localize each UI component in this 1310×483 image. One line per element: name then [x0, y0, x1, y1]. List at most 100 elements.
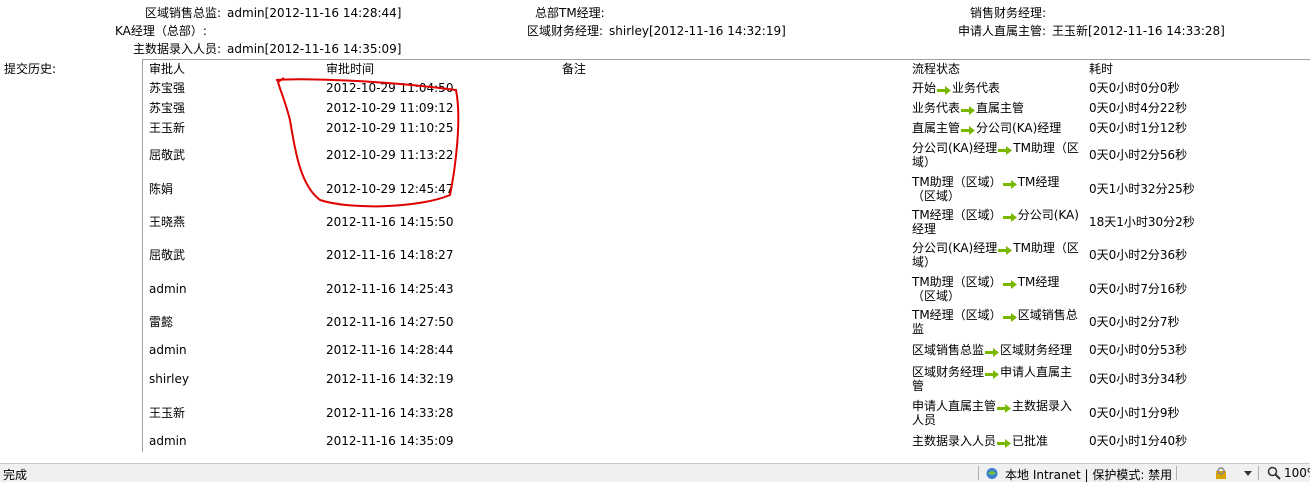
cell-time: 2012-10-29 11:09:12: [326, 101, 454, 115]
column-header-approver: 审批人: [149, 62, 186, 76]
summary-sales-finance-manager: 销售财务经理:: [970, 4, 1052, 21]
cell-approver: 陈娟: [149, 182, 174, 196]
arrow-right-icon: [937, 84, 952, 95]
cell-note: [556, 338, 906, 362]
cell-time: 2012-11-16 14:35:09: [326, 434, 454, 448]
history-label: 提交历史:: [4, 62, 57, 76]
cell-status: 分公司(KA)经理 TM助理（区域）: [906, 138, 1083, 172]
status-separator: [1258, 466, 1259, 480]
arrow-right-icon: [1002, 311, 1017, 322]
cell-time: 2012-10-29 11:13:22: [326, 148, 454, 162]
cell-duration: 0天0小时4分22秒: [1089, 101, 1188, 115]
security-settings-icon[interactable]: [1214, 466, 1228, 483]
status-from: 开始: [912, 81, 937, 95]
cell-note: [556, 238, 906, 272]
status-to: 业务代表: [952, 81, 1001, 95]
summary-label: 总部TM经理:: [535, 6, 605, 20]
table-row: 雷懿 2012-11-16 14:27:50 TM经理（区域） 区域销售总监 0天0小时…: [143, 306, 1310, 338]
cell-time: 2012-11-16 14:33:28: [326, 406, 454, 420]
status-separator: [1176, 466, 1177, 480]
status-from: 区域销售总监: [912, 343, 985, 357]
cell-note: [556, 78, 906, 98]
cell-status: 分公司(KA)经理 TM助理（区域）: [906, 238, 1083, 272]
cell-approver: admin: [149, 343, 187, 357]
column-header-status: 流程状态: [912, 62, 961, 76]
cell-duration: 0天1小时32分25秒: [1089, 182, 1195, 196]
table-row: 王玉新 2012-10-29 11:10:25 直属主管 分公司(KA)经理 0天0小时…: [143, 118, 1310, 138]
summary-label: 销售财务经理:: [970, 6, 1047, 20]
arrow-right-icon: [1002, 278, 1017, 289]
table-row: 陈娟 2012-10-29 12:45:47 TM助理（区域） TM经理（区域） 0天1…: [143, 172, 1310, 206]
column-header-duration: 耗时: [1089, 62, 1114, 76]
cell-note: [556, 138, 906, 172]
cell-status: TM助理（区域） TM经理（区域）: [906, 272, 1083, 306]
column-header-time: 审批时间: [326, 62, 375, 76]
arrow-right-icon: [985, 368, 1000, 379]
summary-ka-manager: KA经理（总部）:: [115, 22, 213, 39]
table-row: admin 2012-11-16 14:35:09 主数据录入人员 已批准 0天0小时1…: [143, 430, 1310, 452]
status-from: TM助理（区域）: [912, 175, 1002, 189]
cell-approver: admin: [149, 282, 187, 296]
summary-region-sales-director: 区域销售总监: admin[2012-11-16 14:28:44]: [145, 4, 401, 21]
cell-time: 2012-11-16 14:32:19: [326, 372, 454, 386]
cell-duration: 0天0小时2分56秒: [1089, 148, 1188, 162]
cell-note: [556, 206, 906, 238]
status-separator: [978, 466, 979, 480]
status-from: TM助理（区域）: [912, 275, 1002, 289]
cell-approver: 王晓燕: [149, 215, 186, 229]
security-zone-text[interactable]: 本地 Intranet | 保护模式: 禁用: [1005, 466, 1172, 483]
cell-note: [556, 430, 906, 452]
arrow-right-icon: [985, 346, 1000, 357]
status-from: 直属主管: [912, 121, 961, 135]
cell-note: [556, 118, 906, 138]
arrow-right-icon: [997, 437, 1012, 448]
chevron-down-icon[interactable]: [1244, 467, 1252, 481]
summary-master-data-entry: 主数据录入人员: admin[2012-11-16 14:35:09]: [133, 40, 401, 57]
status-from: 区域财务经理: [912, 365, 985, 379]
cell-time: 2012-10-29 11:10:25: [326, 121, 454, 135]
arrow-right-icon: [961, 104, 976, 115]
cell-status: TM经理（区域） 区域销售总监: [906, 306, 1083, 338]
summary-label: 区域财务经理:: [527, 24, 604, 38]
cell-duration: 0天0小时7分16秒: [1089, 282, 1188, 296]
cell-note: [556, 98, 906, 118]
cell-approver: 雷懿: [149, 315, 174, 329]
cell-time: 2012-11-16 14:18:27: [326, 248, 454, 262]
table-row: 王晓燕 2012-11-16 14:15:50 TM经理（区域） 分公司(KA)经理 1…: [143, 206, 1310, 238]
zoom-level[interactable]: 100%: [1284, 466, 1310, 480]
cell-approver: 王玉新: [149, 406, 186, 420]
cell-time: 2012-11-16 14:28:44: [326, 343, 454, 357]
arrow-right-icon: [1002, 211, 1017, 222]
history-table-frame: 审批人 审批时间 备注 流程状态 耗时 苏宝强 2012-10-29 11:04:…: [142, 59, 1310, 452]
cell-note: [556, 172, 906, 206]
table-row: 屈敬武 2012-10-29 11:13:22 分公司(KA)经理 TM助理（区域） 0…: [143, 138, 1310, 172]
summary-label: 主数据录入人员:: [133, 42, 222, 56]
cell-note: [556, 272, 906, 306]
cell-duration: 0天0小时0分53秒: [1089, 343, 1188, 357]
summary-value: 王玉新[2012-11-16 14:33:28]: [1052, 24, 1225, 38]
cell-time: 2012-10-29 12:45:47: [326, 182, 454, 196]
arrow-right-icon: [1002, 178, 1017, 189]
history-table: 审批人 审批时间 备注 流程状态 耗时 苏宝强 2012-10-29 11:04:…: [143, 60, 1310, 452]
cell-status: 主数据录入人员 已批准: [906, 430, 1083, 452]
summary-value: admin[2012-11-16 14:28:44]: [227, 6, 402, 20]
cell-time: 2012-11-16 14:25:43: [326, 282, 454, 296]
status-from: TM经理（区域）: [912, 308, 1002, 322]
cell-note: [556, 306, 906, 338]
status-to: 区域财务经理: [1000, 343, 1073, 357]
cell-approver: 苏宝强: [149, 101, 186, 115]
summary-label: 申请人直属主管:: [958, 24, 1047, 38]
status-from: 业务代表: [912, 101, 961, 115]
cell-time: 2012-11-16 14:27:50: [326, 315, 454, 329]
status-from: 主数据录入人员: [912, 434, 997, 448]
cell-duration: 18天1小时30分2秒: [1089, 215, 1195, 229]
zoom-magnifier-icon[interactable]: [1267, 466, 1281, 483]
status-to: 直属主管: [976, 101, 1025, 115]
cell-duration: 0天0小时1分9秒: [1089, 406, 1180, 420]
column-header-note: 备注: [562, 62, 587, 76]
arrow-right-icon: [961, 124, 976, 135]
status-from: 申请人直属主管: [912, 399, 997, 413]
status-from: 分公司(KA)经理: [912, 141, 998, 155]
cell-duration: 0天0小时0分0秒: [1089, 81, 1180, 95]
cell-note: [556, 362, 906, 396]
